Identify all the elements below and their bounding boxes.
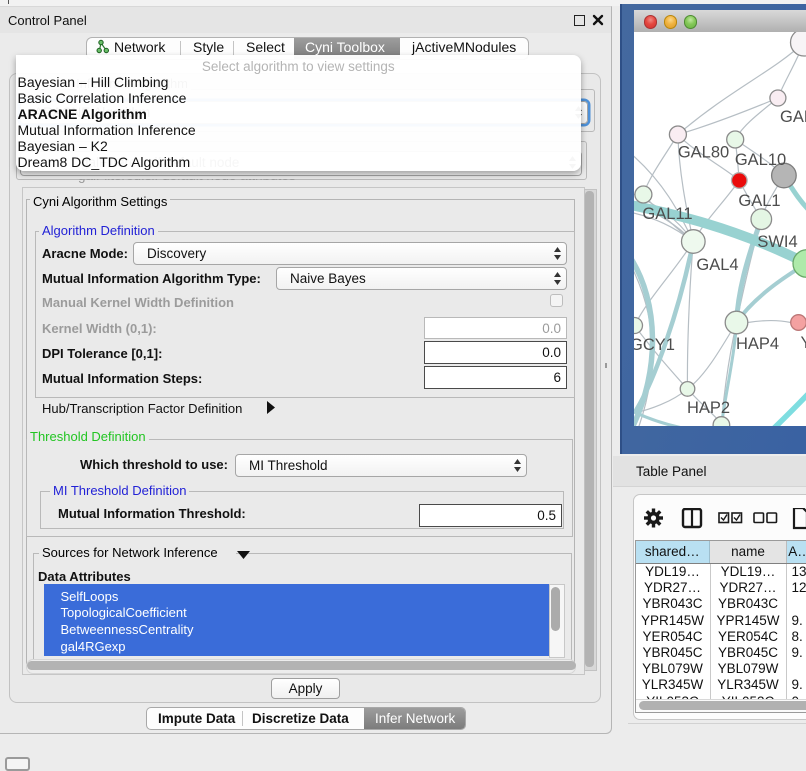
svg-text:GAL4: GAL4 [696, 256, 738, 274]
svg-text:HAP2: HAP2 [686, 399, 729, 417]
svg-text:GAL11: GAL11 [642, 205, 692, 223]
svg-text:GAL10: GAL10 [734, 151, 785, 169]
svg-text:GAL1: GAL1 [738, 192, 780, 210]
svg-text:Y: Y [800, 334, 806, 352]
svg-text:GAL7: GAL7 [780, 108, 806, 126]
svg-text:HAP4: HAP4 [735, 335, 778, 353]
svg-text:GCY1: GCY1 [634, 336, 675, 354]
svg-text:GAL80: GAL80 [677, 143, 728, 161]
svg-text:SWI4: SWI4 [757, 233, 797, 251]
